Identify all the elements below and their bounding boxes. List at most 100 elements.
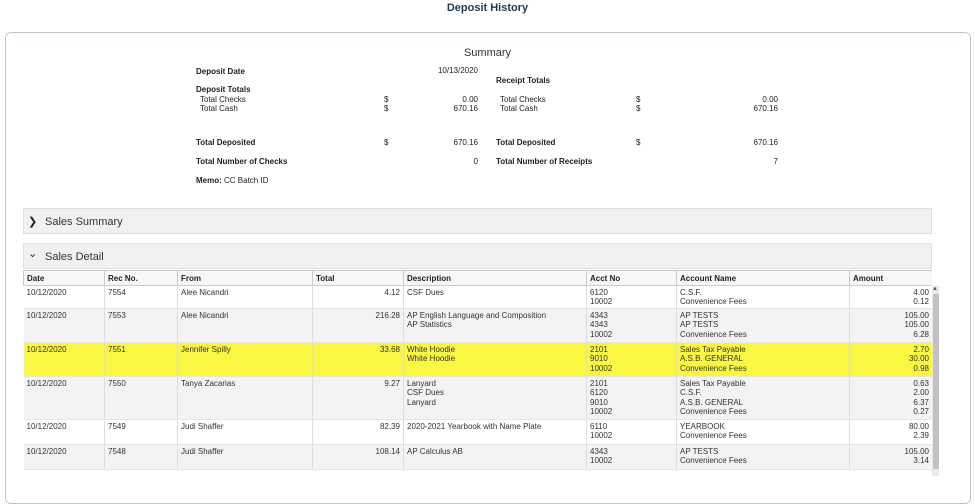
summary-title: Summary	[463, 47, 512, 59]
column-header-date[interactable]: Date	[23, 270, 105, 286]
table-row[interactable]: 10/12/2020 7548 Judi Shaffer 108.14 AP Calcu…	[23, 444, 932, 470]
cell-amount: 105.00 105.00 6.28	[849, 308, 932, 343]
cell-acct-no-line: 10002	[590, 406, 613, 416]
cell-amount-line: 0.27	[913, 406, 929, 416]
cell-account-name-line: Convenience Fees	[680, 431, 747, 441]
cell-date: 10/12/2020	[23, 419, 105, 445]
cell-acct-no-line: 2101	[590, 345, 608, 354]
cell-amount: 80.00 2.39	[849, 419, 932, 445]
cell-amount-line: 6.28	[913, 329, 929, 339]
cell-account-name: AP TESTS Convenience Fees	[676, 444, 850, 470]
cell-total: 9.27	[312, 376, 404, 420]
cell-acct-no-line: 9010	[590, 397, 608, 407]
receipt-total-cash-label: Total Cash	[500, 104, 538, 113]
cell-description: CSF Dues	[403, 285, 587, 309]
cell-amount: 4.00 0.12	[849, 285, 932, 309]
column-header-from[interactable]: From	[177, 270, 313, 286]
receipt-total-checks-label: Total Checks	[500, 95, 546, 104]
cell-account-name-line: YEARBOOK	[680, 422, 725, 431]
cell-amount-line: 0.63	[913, 379, 929, 388]
cell-account-name: YEARBOOK Convenience Fees	[676, 419, 850, 445]
cell-account-name-line: Sales Tax Payable	[680, 345, 746, 354]
memo-label: Memo:	[196, 176, 222, 185]
cell-description-line: Lanyard	[407, 397, 436, 407]
table-row[interactable]: 10/12/2020 7551 Jennifer Spilly 33.68 White …	[23, 342, 932, 377]
cell-account-name-line: C.S.F.	[680, 388, 702, 398]
cell-rec-no: 7551	[104, 342, 178, 377]
currency-symbol: $	[636, 104, 641, 113]
cell-description-line: AP Calculus AB	[407, 447, 463, 456]
cell-amount-line: 80.00	[908, 422, 929, 431]
currency-symbol: $	[636, 138, 641, 147]
column-header-description[interactable]: Description	[403, 270, 587, 286]
column-header-rec-no[interactable]: Rec No.	[104, 270, 178, 286]
cell-description-line: AP Statistics	[407, 320, 452, 330]
cell-rec-no: 7554	[104, 285, 178, 309]
cell-acct-no-line: 10002	[590, 297, 613, 307]
cell-amount-line: 105.00	[904, 320, 929, 330]
deposit-total-checks-label: Total Checks	[200, 95, 246, 104]
receipt-total-checks-value: 0.00	[762, 95, 778, 104]
cell-amount: 105.00 3.14	[849, 444, 932, 470]
cell-amount-line: 105.00	[904, 311, 929, 320]
cell-account-name: Sales Tax Payable C.S.F. A.S.B. GENERAL Con…	[676, 376, 850, 420]
cell-total: 33.68	[312, 342, 404, 377]
column-header-total[interactable]: Total	[312, 270, 404, 286]
cell-account-name-line: Convenience Fees	[680, 329, 747, 339]
cell-acct-no-line: 10002	[590, 431, 613, 441]
sales-summary-section[interactable]: ❯ Sales Summary	[23, 208, 932, 234]
cell-acct-no: 4343 10002	[586, 444, 677, 470]
receipt-totals-label: Receipt Totals	[496, 76, 551, 85]
table-row[interactable]: 10/12/2020 7554 Alee Nicandri 4.12 CSF Dues 6…	[23, 285, 932, 309]
column-header-account-name[interactable]: Account Name	[676, 270, 850, 286]
cell-acct-no: 4343 4343 10002	[586, 308, 677, 343]
chevron-right-icon: ❯	[28, 216, 38, 228]
deposit-total-deposited-label: Total Deposited	[196, 138, 256, 147]
cell-date: 10/12/2020	[23, 376, 105, 420]
cell-account-name: AP TESTS AP TESTS Convenience Fees	[676, 308, 850, 343]
cell-description: AP English Language and Composition AP St…	[403, 308, 587, 343]
currency-symbol: $	[384, 95, 389, 104]
sales-summary-label: Sales Summary	[45, 216, 123, 228]
cell-amount-line: 2.39	[913, 431, 929, 441]
cell-description: 2020-2021 Yearbook with Name Plate	[403, 419, 587, 445]
receipt-total-deposited-value: 670.16	[753, 138, 778, 147]
cell-date: 10/12/2020	[23, 285, 105, 309]
memo-row: Memo: CC Batch ID	[196, 176, 268, 185]
cell-acct-no: 2101 9010 10002	[586, 342, 677, 377]
chevron-down-icon: ⌄	[28, 248, 38, 260]
num-checks-label: Total Number of Checks	[196, 157, 288, 166]
table-row[interactable]: 10/12/2020 7550 Tanya Zacarias 9.27 Lanyard C…	[23, 376, 932, 420]
cell-acct-no-line: 6120	[590, 388, 608, 398]
cell-account-name-line: Sales Tax Payable	[680, 379, 746, 388]
cell-description-line: CSF Dues	[407, 388, 444, 398]
deposit-total-cash-label: Total Cash	[200, 104, 238, 113]
cell-amount: 2.70 30.00 0.98	[849, 342, 932, 377]
num-receipts-value: 7	[773, 157, 778, 166]
deposit-totals-label: Deposit Totals	[196, 85, 251, 94]
table-row[interactable]: 10/12/2020 7553 Alee Nicandri 216.28 AP Engl…	[23, 308, 932, 343]
cell-acct-no-line: 6120	[590, 288, 608, 297]
cell-account-name-line: Convenience Fees	[680, 406, 747, 416]
cell-account-name-line: Convenience Fees	[680, 297, 747, 307]
cell-description-line: 2020-2021 Yearbook with Name Plate	[407, 422, 542, 431]
cell-rec-no: 7548	[104, 444, 178, 470]
cell-amount-line: 30.00	[908, 354, 929, 364]
column-header-acct-no[interactable]: Acct No	[586, 270, 677, 286]
table-header: Date Rec No. From Total Description Acct…	[23, 270, 932, 286]
cell-account-name-line: AP TESTS	[680, 447, 719, 456]
receipt-total-cash-value: 670.16	[753, 104, 778, 113]
scroll-up-arrow-icon[interactable]: ▲	[932, 286, 938, 292]
cell-amount-line: 0.98	[913, 363, 929, 373]
cell-description: White Hoodie White Hoodie	[403, 342, 587, 377]
currency-symbol: $	[384, 138, 389, 147]
scrollbar-thumb[interactable]	[933, 294, 939, 469]
column-header-amount[interactable]: Amount	[849, 270, 932, 286]
grid-scrollbar[interactable]: ▲	[932, 286, 939, 476]
table-row[interactable]: 10/12/2020 7549 Judi Shaffer 82.39 2020-2021…	[23, 419, 932, 445]
cell-total: 82.39	[312, 419, 404, 445]
sales-detail-section[interactable]: ⌄ Sales Detail	[23, 243, 932, 269]
cell-from: Judi Shaffer	[177, 419, 313, 445]
currency-symbol: $	[636, 95, 641, 104]
cell-from: Jennifer Spilly	[177, 342, 313, 377]
